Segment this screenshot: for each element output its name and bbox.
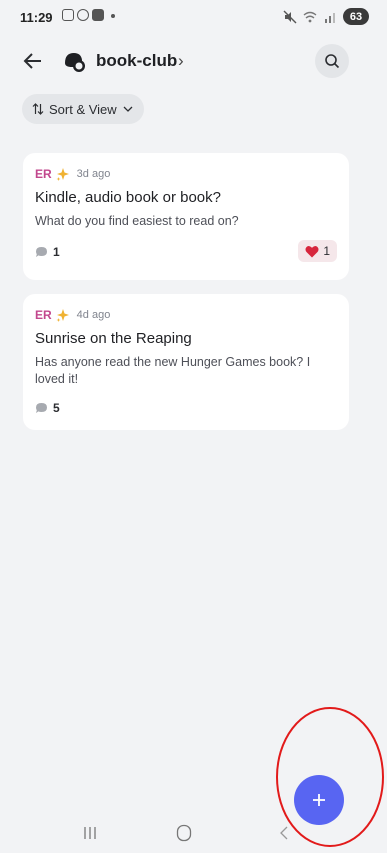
- sparkle-icon: [56, 308, 69, 322]
- back-arrow-icon[interactable]: [22, 50, 44, 72]
- heart-reaction[interactable]: 1: [298, 240, 337, 262]
- plus-icon: [313, 794, 325, 806]
- chevron-right-icon[interactable]: ›: [178, 51, 184, 71]
- comment-count: 5: [35, 401, 60, 415]
- search-icon: [325, 54, 340, 69]
- app-notification-icon: [92, 9, 104, 21]
- gallery-notification-icon: [62, 9, 74, 21]
- comment-count-value: 5: [53, 401, 60, 415]
- post-body: What do you find easiest to read on?: [35, 214, 239, 228]
- status-time: 11:29: [20, 10, 53, 25]
- post-author[interactable]: ER: [35, 167, 52, 181]
- reaction-count: 1: [323, 244, 330, 258]
- channel-name[interactable]: book-club: [96, 51, 177, 71]
- post-card[interactable]: ER 4d ago Sunrise on the Reaping Has any…: [23, 294, 349, 430]
- more-notifications-icon: [111, 14, 115, 18]
- post-meta: ER 4d ago: [35, 308, 337, 322]
- chevron-down-icon: [123, 106, 133, 112]
- channel-header: book-club ›: [0, 40, 387, 82]
- comment-bubble-icon: [36, 403, 47, 413]
- notification-icons: [62, 9, 115, 21]
- post-title: Kindle, audio book or book?: [35, 189, 221, 206]
- sort-arrows-icon: [32, 103, 44, 115]
- post-meta: ER 3d ago: [35, 167, 337, 181]
- heart-icon: [305, 245, 319, 257]
- post-title: Sunrise on the Reaping: [35, 330, 192, 347]
- search-button[interactable]: [315, 44, 349, 78]
- post-body: Has anyone read the new Hunger Games boo…: [35, 355, 311, 386]
- comment-count: 1: [35, 245, 60, 259]
- post-footer: 1 1: [35, 240, 337, 262]
- recent-apps-icon[interactable]: [82, 825, 98, 841]
- signal-icon: [325, 12, 335, 23]
- sort-view-button[interactable]: Sort & View: [22, 94, 144, 124]
- battery-indicator: 63: [343, 8, 369, 25]
- post-card[interactable]: ER 3d ago Kindle, audio book or book? Wh…: [23, 153, 349, 280]
- home-icon[interactable]: [176, 824, 192, 842]
- comment-bubble-icon: [36, 247, 47, 257]
- nav-back-icon[interactable]: [278, 825, 290, 841]
- whatsapp-notification-icon: [77, 9, 89, 21]
- post-author[interactable]: ER: [35, 308, 52, 322]
- system-nav-bar: [0, 815, 387, 853]
- status-indicators: 63: [283, 8, 369, 25]
- post-footer: 5: [35, 398, 337, 418]
- comment-count-value: 1: [53, 245, 60, 259]
- sort-view-label: Sort & View: [49, 101, 117, 117]
- mute-icon: [283, 10, 297, 23]
- wifi-icon: [303, 11, 317, 22]
- status-bar: 11:29 63: [0, 0, 387, 36]
- post-time: 4d ago: [76, 309, 111, 321]
- forum-channel-icon: [65, 53, 85, 72]
- sparkle-icon: [56, 167, 69, 181]
- post-time: 3d ago: [76, 168, 111, 180]
